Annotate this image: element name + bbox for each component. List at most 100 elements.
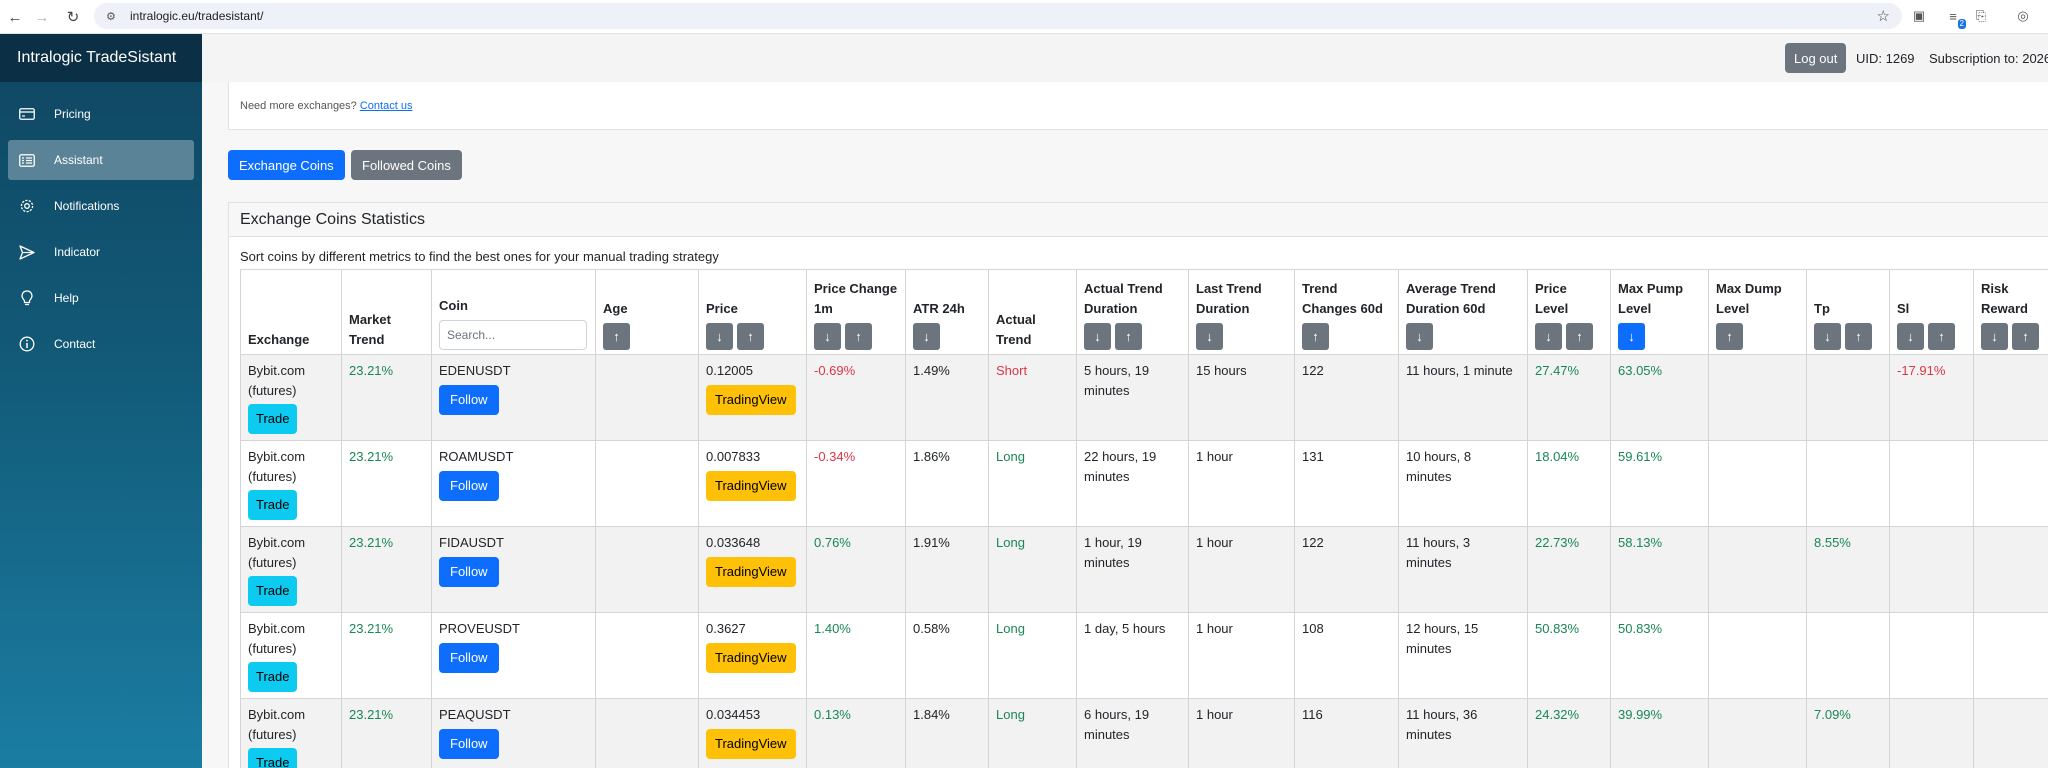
tradingview-button[interactable]: TradingView [706, 470, 796, 501]
cell-price-change: -0.34% [806, 440, 906, 527]
cell-price: 0.033648 TradingView [698, 526, 807, 613]
sort-tp-asc-button[interactable]: ↑ [1845, 323, 1872, 350]
cell-last-trend-duration: 1 hour [1188, 612, 1295, 699]
table-row: Bybit.com (futures) Trade 23.21% FIDAUSD… [240, 526, 2048, 613]
sort-price-asc-button[interactable]: ↑ [737, 323, 764, 350]
extension-badge-icon[interactable]: ≡ 2 [1944, 7, 1966, 29]
top-bar: Log out UID: 1269 Subscription to: 2026 [202, 34, 2048, 82]
back-arrow-icon[interactable]: ← [4, 6, 26, 28]
exchange-market: (futures) [248, 640, 297, 656]
cell-sl: -17.91% [1889, 354, 1974, 441]
sort-price-level-desc-button[interactable]: ↓ [1535, 323, 1562, 350]
cell-actual-trend-duration: 1 day, 5 hours [1076, 612, 1189, 699]
sort-price-change-asc-button[interactable]: ↑ [845, 323, 872, 350]
sort-tp-desc-button[interactable]: ↓ [1814, 323, 1841, 350]
url-text: intralogic.eu/tradesistant/ [130, 9, 264, 23]
extension-icon[interactable]: ▣ [1910, 7, 1928, 25]
forward-arrow-icon[interactable]: → [31, 6, 53, 28]
sort-price-desc-button[interactable]: ↓ [706, 323, 733, 350]
cell-trend-changes: 122 [1294, 526, 1399, 613]
sort-price-change-desc-button[interactable]: ↓ [814, 323, 841, 350]
sort-sl-asc-button[interactable]: ↑ [1928, 323, 1955, 350]
coin-symbol: EDENUSDT [439, 363, 511, 378]
sidebar-nav: Pricing Assistant Notifications Indicato… [0, 82, 202, 364]
follow-button[interactable]: Follow [439, 384, 499, 415]
profile-icon[interactable]: ◎ [2014, 7, 2032, 25]
sort-trend-changes-asc-button[interactable]: ↑ [1302, 323, 1329, 350]
sidebar-item-contact[interactable]: Contact [8, 324, 194, 364]
reload-icon[interactable]: ↻ [62, 6, 84, 28]
tradingview-button[interactable]: TradingView [706, 556, 796, 587]
header-actual-trend: Actual Trend [988, 269, 1077, 355]
bookmark-star-icon[interactable]: ☆ [1877, 7, 1890, 25]
exchange-market: (futures) [248, 468, 297, 484]
follow-button[interactable]: Follow [439, 642, 499, 673]
cell-coin: ROAMUSDT Follow [431, 440, 596, 527]
cell-atr: 1.49% [905, 354, 989, 441]
sort-actual-duration-desc-button[interactable]: ↓ [1084, 323, 1111, 350]
cell-risk-reward [1973, 526, 2048, 613]
trade-button[interactable]: Trade [248, 662, 298, 692]
coin-search-input[interactable] [439, 320, 587, 350]
cell-average-trend-duration: 11 hours, 36 minutes [1398, 698, 1528, 768]
follow-button[interactable]: Follow [439, 728, 499, 759]
cell-actual-trend-duration: 5 hours, 19 minutes [1076, 354, 1189, 441]
sort-risk-reward-desc-button[interactable]: ↓ [1981, 323, 2008, 350]
trade-button[interactable]: Trade [248, 404, 298, 434]
sort-risk-reward-asc-button[interactable]: ↑ [2012, 323, 2039, 350]
price-value: 0.034453 [706, 707, 761, 722]
sort-actual-duration-asc-button[interactable]: ↑ [1115, 323, 1142, 350]
tradingview-button[interactable]: TradingView [706, 642, 796, 673]
cell-last-trend-duration: 1 hour [1188, 698, 1295, 768]
trade-button[interactable]: Trade [248, 490, 298, 520]
tradingview-button[interactable]: TradingView [706, 728, 796, 759]
cell-tp [1806, 440, 1890, 527]
sidebar-item-indicator[interactable]: Indicator [8, 232, 194, 272]
sidebar: Intralogic TradeSistant Pricing Assistan… [0, 34, 202, 768]
sidebar-item-pricing[interactable]: Pricing [8, 94, 194, 134]
sort-age-asc-button[interactable]: ↑ [603, 323, 630, 350]
sidebar-item-notifications[interactable]: Notifications [8, 186, 194, 226]
sort-max-pump-desc-button[interactable]: ↓ [1618, 323, 1645, 350]
cell-price-change: 0.13% [806, 698, 906, 768]
cell-age [595, 354, 699, 441]
main-content: Need more exchanges? Contact us Exchange… [202, 82, 2048, 768]
cell-exchange: Bybit.com (futures) Trade [240, 526, 342, 613]
cell-atr: 0.58% [905, 612, 989, 699]
coins-table-body: Bybit.com (futures) Trade 23.21% EDENUSD… [240, 354, 2048, 768]
sort-sl-desc-button[interactable]: ↓ [1897, 323, 1924, 350]
brand-title[interactable]: Intralogic TradeSistant [0, 34, 202, 82]
tradingview-button[interactable]: TradingView [706, 384, 796, 415]
followed-coins-button[interactable]: Followed Coins [351, 150, 462, 180]
table-row: Bybit.com (futures) Trade 23.21% PEAQUSD… [240, 698, 2048, 768]
address-bar[interactable]: ⚙ intralogic.eu/tradesistant/ ☆ [94, 3, 1902, 29]
exchange-market: (futures) [248, 382, 297, 398]
cell-exchange: Bybit.com (futures) Trade [240, 440, 342, 527]
cell-tp: 8.55% [1806, 526, 1890, 613]
contact-us-link[interactable]: Contact us [360, 100, 413, 112]
sort-avg-duration-desc-button[interactable]: ↓ [1406, 323, 1433, 350]
header-market-trend: Market Trend [341, 269, 432, 355]
sort-atr-desc-button[interactable]: ↓ [913, 323, 940, 350]
cell-max-dump-level [1708, 440, 1807, 527]
cell-price: 0.007833 TradingView [698, 440, 807, 527]
cell-price-level: 50.83% [1527, 612, 1611, 699]
sort-price-level-asc-button[interactable]: ↑ [1566, 323, 1593, 350]
site-settings-icon[interactable]: ⚙ [106, 10, 120, 23]
cell-price-change: 0.76% [806, 526, 906, 613]
cell-exchange: Bybit.com (futures) Trade [240, 354, 342, 441]
browser-toolbar: ← → ↻ ⚙ intralogic.eu/tradesistant/ ☆ ▣ … [0, 0, 2048, 34]
logout-button[interactable]: Log out [1785, 43, 1847, 73]
cell-atr: 1.84% [905, 698, 989, 768]
trade-button[interactable]: Trade [248, 576, 298, 606]
sidebar-item-help[interactable]: Help [8, 278, 194, 318]
exchange-coins-button[interactable]: Exchange Coins [228, 150, 345, 180]
sort-last-duration-desc-button[interactable]: ↓ [1196, 323, 1223, 350]
follow-button[interactable]: Follow [439, 556, 499, 587]
cell-market-trend: 23.21% [341, 440, 432, 527]
follow-button[interactable]: Follow [439, 470, 499, 501]
puzzle-extensions-icon[interactable]: ⎘ [1972, 7, 1990, 25]
sort-max-dump-asc-button[interactable]: ↑ [1716, 323, 1743, 350]
trade-button[interactable]: Trade [248, 748, 298, 768]
sidebar-item-assistant[interactable]: Assistant [8, 140, 194, 180]
